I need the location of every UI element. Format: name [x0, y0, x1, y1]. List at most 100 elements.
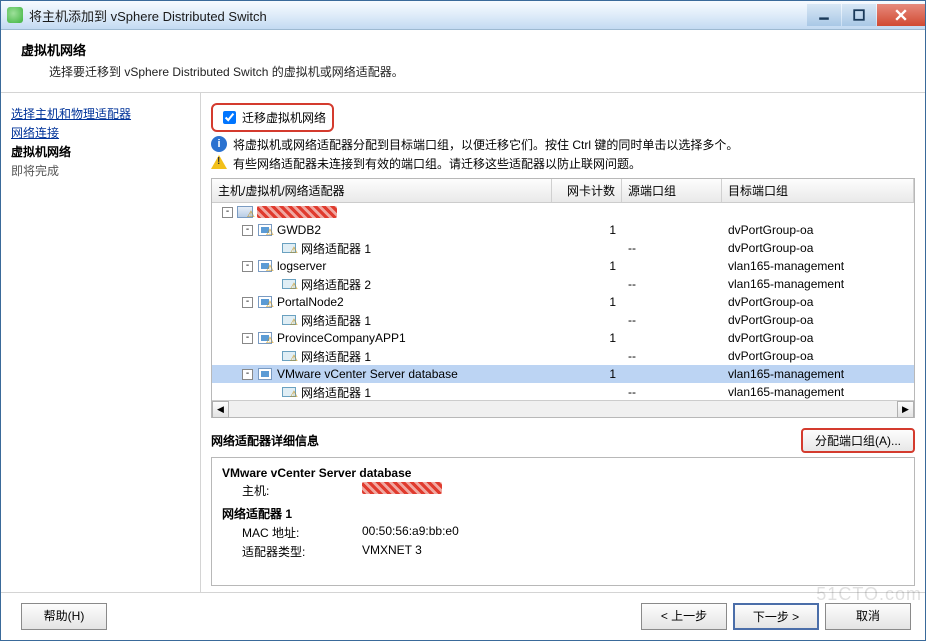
back-button[interactable]: < 上一步	[641, 603, 727, 630]
row-dest-pg: dvPortGroup-oa	[722, 348, 914, 364]
row-source-pg: --	[622, 276, 722, 292]
row-dest-pg: dvPortGroup-oa	[722, 240, 914, 256]
detail-mac-label: MAC 地址:	[242, 524, 362, 541]
row-source-pg	[622, 229, 722, 231]
row-label: ProvinceCompanyAPP1	[277, 331, 406, 345]
page-subtitle: 选择要迁移到 vSphere Distributed Switch 的虚拟机或网…	[49, 63, 905, 80]
detail-type-value: VMXNET 3	[362, 543, 422, 560]
table-row[interactable]: 网络适配器 1 --dvPortGroup-oa	[212, 239, 914, 257]
col-dest-portgroup[interactable]: 目标端口组	[722, 179, 914, 202]
tree-toggle[interactable]: -	[242, 297, 253, 308]
tree-toggle[interactable]: -	[242, 333, 253, 344]
step-network-connectivity[interactable]: 网络连接	[11, 124, 190, 141]
adapter-table: 主机/虚拟机/网络适配器 网卡计数 源端口组 目标端口组 --GWDB21dvP…	[211, 178, 915, 418]
warning-icon	[211, 155, 227, 169]
vm-icon	[257, 259, 273, 273]
row-dest-pg	[722, 211, 914, 213]
row-nic-count	[552, 247, 622, 249]
row-nic-count: 1	[552, 330, 622, 346]
detail-type-label: 适配器类型:	[242, 543, 362, 560]
row-nic-count: 1	[552, 294, 622, 310]
warning-message: 有些网络适配器未连接到有效的端口组。请迁移这些适配器以防止联网问题。	[211, 155, 915, 172]
detail-host-label: 主机:	[242, 482, 362, 499]
row-label: GWDB2	[277, 223, 321, 237]
row-label: 网络适配器 1	[301, 348, 371, 365]
row-source-pg	[622, 301, 722, 303]
row-label: 网络适配器 1	[301, 240, 371, 257]
title-bar: 将主机添加到 vSphere Distributed Switch	[1, 1, 925, 30]
row-source-pg	[622, 265, 722, 267]
row-label: 网络适配器 1	[301, 384, 371, 401]
horizontal-scrollbar[interactable]: ◀ ▶	[212, 400, 914, 417]
col-nic-count[interactable]: 网卡计数	[552, 179, 622, 202]
detail-vm-name: VMware vCenter Server database	[222, 466, 904, 480]
row-dest-pg: dvPortGroup-oa	[722, 312, 914, 328]
assign-portgroup-button[interactable]: 分配端口组(A)...	[801, 428, 915, 453]
row-nic-count	[552, 391, 622, 393]
network-adapter-icon	[281, 277, 297, 291]
col-host-vm-adapter[interactable]: 主机/虚拟机/网络适配器	[212, 179, 552, 202]
minimize-button[interactable]	[807, 4, 841, 26]
table-row[interactable]: -	[212, 203, 914, 221]
table-row[interactable]: - PortalNode2 1 dvPortGroup-oa	[212, 293, 914, 311]
wizard-header: 虚拟机网络 选择要迁移到 vSphere Distributed Switch …	[1, 30, 925, 93]
table-row[interactable]: - GWDB2 1 dvPortGroup-oa	[212, 221, 914, 239]
tree-toggle[interactable]: -	[222, 207, 233, 218]
col-source-portgroup[interactable]: 源端口组	[622, 179, 722, 202]
table-row[interactable]: 网络适配器 1 --dvPortGroup-oa	[212, 311, 914, 329]
migrate-vm-networking-label: 迁移虚拟机网络	[242, 109, 326, 126]
row-label: 网络适配器 1	[301, 312, 371, 329]
row-dest-pg: vlan165-management	[722, 366, 914, 382]
table-row[interactable]: 网络适配器 1 --vlan165-management	[212, 383, 914, 400]
details-section-title: 网络适配器详细信息	[211, 432, 319, 449]
window-title: 将主机添加到 vSphere Distributed Switch	[29, 6, 806, 25]
detail-mac-value: 00:50:56:a9:bb:e0	[362, 524, 459, 541]
table-row[interactable]: 网络适配器 1 --dvPortGroup-oa	[212, 347, 914, 365]
vm-icon	[257, 367, 273, 381]
row-nic-count: 1	[552, 258, 622, 274]
tree-toggle[interactable]: -	[242, 369, 253, 380]
next-button[interactable]: 下一步 >	[733, 603, 819, 630]
row-nic-count	[552, 283, 622, 285]
table-row[interactable]: -ProvinceCompanyAPP11dvPortGroup-oa	[212, 329, 914, 347]
maximize-button[interactable]	[842, 4, 876, 26]
row-source-pg: --	[622, 312, 722, 328]
row-nic-count	[552, 211, 622, 213]
row-dest-pg: dvPortGroup-oa	[722, 222, 914, 238]
scroll-right-button[interactable]: ▶	[897, 401, 914, 418]
close-button[interactable]	[877, 4, 925, 26]
row-dest-pg: vlan165-management	[722, 258, 914, 274]
vm-icon	[257, 331, 273, 345]
row-source-pg	[622, 211, 722, 213]
row-label: logserver	[277, 259, 326, 273]
row-nic-count: 1	[552, 222, 622, 238]
table-row[interactable]: - VMware vCenter Server database 1 vlan165-…	[212, 365, 914, 383]
row-dest-pg: vlan165-management	[722, 384, 914, 400]
scroll-left-button[interactable]: ◀	[212, 401, 229, 418]
table-row[interactable]: - logserver 1 vlan165-management	[212, 257, 914, 275]
row-label: VMware vCenter Server database	[277, 367, 458, 381]
table-body[interactable]: --GWDB21dvPortGroup-oa网络适配器 1--dvPortGro…	[212, 203, 914, 400]
row-source-pg: --	[622, 348, 722, 364]
table-row[interactable]: 网络适配器 2--vlan165-management	[212, 275, 914, 293]
info-message: i 将虚拟机或网络适配器分配到目标端口组，以便迁移它们。按住 Ctrl 键的同时…	[211, 136, 915, 153]
network-adapter-icon	[281, 349, 297, 363]
cancel-button[interactable]: 取消	[825, 603, 911, 630]
row-nic-count: 1	[552, 366, 622, 382]
step-select-hosts[interactable]: 选择主机和物理适配器	[11, 105, 190, 122]
adapter-details: VMware vCenter Server database 主机: 网络适配器…	[211, 457, 915, 586]
table-header: 主机/虚拟机/网络适配器 网卡计数 源端口组 目标端口组	[212, 179, 914, 203]
tree-toggle[interactable]: -	[242, 261, 253, 272]
wizard-footer: 帮助(H) < 上一步 下一步 > 取消	[1, 592, 925, 640]
help-button[interactable]: 帮助(H)	[21, 603, 107, 630]
row-label: PortalNode2	[277, 295, 344, 309]
vm-icon	[257, 223, 273, 237]
row-source-pg: --	[622, 240, 722, 256]
redacted-host-label	[257, 206, 337, 218]
migrate-vm-networking-checkbox[interactable]	[223, 111, 236, 124]
row-dest-pg: dvPortGroup-oa	[722, 294, 914, 310]
row-source-pg: --	[622, 384, 722, 400]
tree-toggle[interactable]: -	[242, 225, 253, 236]
migrate-vm-networking-row: 迁移虚拟机网络	[211, 103, 334, 132]
row-nic-count	[552, 355, 622, 357]
